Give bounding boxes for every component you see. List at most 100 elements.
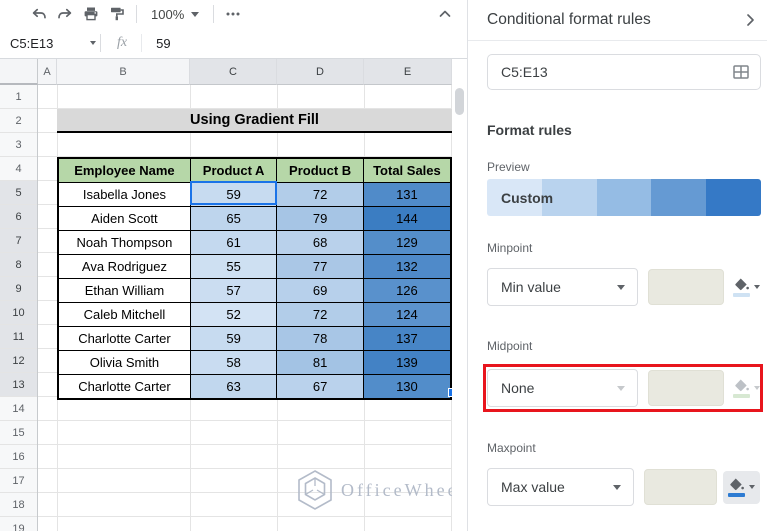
value-cell[interactable]: 65 <box>189 206 278 231</box>
value-cell[interactable]: 144 <box>362 206 452 231</box>
select-range-grid-icon[interactable] <box>732 63 750 81</box>
employee-name-cell[interactable]: Charlotte Carter <box>57 326 191 351</box>
value-cell[interactable]: 77 <box>276 254 364 279</box>
row-header-6[interactable]: 6 <box>0 205 37 229</box>
value-cell[interactable]: 69 <box>276 278 364 303</box>
redo-button[interactable] <box>52 2 78 26</box>
range-value: C5:E13 <box>501 64 548 80</box>
row-header-14[interactable]: 14 <box>0 397 37 421</box>
employee-name-cell[interactable]: Noah Thompson <box>57 230 191 255</box>
value-cell[interactable]: 137 <box>362 326 452 351</box>
value-cell[interactable]: 139 <box>362 350 452 375</box>
apply-to-range-input[interactable]: C5:E13 <box>487 54 761 90</box>
value-cell[interactable]: 79 <box>276 206 364 231</box>
row-header-19[interactable]: 19 <box>0 517 37 531</box>
name-box-value: C5:E13 <box>10 35 54 51</box>
value-cell[interactable]: 78 <box>276 326 364 351</box>
row-header-1[interactable]: 1 <box>0 85 37 109</box>
zoom-dropdown[interactable]: 100% <box>143 7 207 22</box>
column-header-C[interactable]: C <box>190 59 277 85</box>
paint-format-button[interactable] <box>104 2 130 26</box>
value-cell[interactable]: 68 <box>276 230 364 255</box>
column-header-B[interactable]: B <box>57 59 190 85</box>
google-sheets-window: 100% C5:E13 fx 59 ABCDE 123456789 10 11 … <box>0 0 767 531</box>
table-header-cell[interactable]: Product B <box>276 157 364 183</box>
row-header-15[interactable]: 15 <box>0 421 37 445</box>
employee-name-cell[interactable]: Caleb Mitchell <box>57 302 191 327</box>
chevron-down-icon <box>749 485 755 489</box>
row-header-2[interactable]: 2 <box>0 109 37 133</box>
employee-name-cell[interactable]: Ethan William <box>57 278 191 303</box>
midpoint-type-dropdown[interactable]: None <box>487 369 639 407</box>
formula-input[interactable]: 59 <box>156 36 170 51</box>
table-row: Ethan William 57 69 126 <box>57 278 452 303</box>
value-cell[interactable]: 59 <box>189 326 278 351</box>
employee-name-cell[interactable]: Charlotte Carter <box>57 374 191 400</box>
more-options-button[interactable] <box>220 2 246 26</box>
row-header-7[interactable]: 7 <box>0 229 37 253</box>
midpoint-color-picker[interactable] <box>733 379 760 398</box>
row-header-3[interactable]: 3 <box>0 133 37 157</box>
row-header-4[interactable]: 4 <box>0 157 37 181</box>
value-cell[interactable]: 126 <box>362 278 452 303</box>
row-header-13[interactable]: 13 <box>0 373 37 397</box>
midpoint-value-input <box>648 370 724 406</box>
close-panel-icon[interactable] <box>746 13 755 27</box>
employee-name-cell[interactable]: Olivia Smith <box>57 350 191 375</box>
value-cell[interactable]: 67 <box>276 374 364 400</box>
undo-button[interactable] <box>26 2 52 26</box>
collapse-toolbar-button[interactable] <box>437 6 453 22</box>
value-cell[interactable]: 72 <box>276 182 364 207</box>
vertical-scrollbar[interactable] <box>452 85 467 531</box>
column-header-E[interactable]: E <box>364 59 452 85</box>
value-cell[interactable]: 58 <box>189 350 278 375</box>
row-header-9[interactable]: 9 <box>0 277 37 301</box>
chevron-down-icon <box>617 284 626 290</box>
print-button[interactable] <box>78 2 104 26</box>
value-cell[interactable]: 131 <box>362 182 452 207</box>
row-header-17[interactable]: 17 <box>0 469 37 493</box>
preview-label: Preview <box>487 160 530 174</box>
chevron-down-icon <box>754 386 760 390</box>
row-header-8[interactable]: 8 <box>0 253 37 277</box>
value-cell[interactable]: 132 <box>362 254 452 279</box>
row-header-10[interactable]: 10 <box>0 301 37 325</box>
row-header-16[interactable]: 16 <box>0 445 37 469</box>
midpoint-selected-value: None <box>501 380 535 396</box>
value-cell[interactable]: 129 <box>362 230 452 255</box>
fill-color-icon <box>733 379 750 398</box>
row-header-12[interactable]: 12 <box>0 349 37 373</box>
value-cell[interactable]: 57 <box>189 278 278 303</box>
minpoint-color-picker[interactable] <box>733 278 760 297</box>
table-header-cell[interactable]: Employee Name <box>57 157 191 183</box>
value-cell[interactable]: 72 <box>276 302 364 327</box>
value-cell[interactable]: 55 <box>189 254 278 279</box>
employee-name-cell[interactable]: Aiden Scott <box>57 206 191 231</box>
value-cell[interactable]: 61 <box>189 230 278 255</box>
row-header-18[interactable]: 18 <box>0 493 37 517</box>
name-box[interactable]: C5:E13 <box>10 36 96 51</box>
gradient-preview-bar[interactable]: Custom <box>487 179 761 216</box>
maxpoint-color-picker[interactable] <box>723 470 760 504</box>
value-cell[interactable]: 63 <box>189 374 278 400</box>
cells-canvas[interactable]: Using Gradient Fill Employee Name Product… <box>38 85 464 531</box>
value-cell[interactable]: 130 <box>362 374 452 400</box>
title-banner-cell[interactable]: Using Gradient Fill <box>57 109 452 133</box>
row-header-5[interactable]: 5 <box>0 181 37 205</box>
scrollbar-thumb[interactable] <box>455 88 464 115</box>
maxpoint-type-dropdown[interactable]: Max value <box>487 468 634 506</box>
table-header-cell[interactable]: Product A <box>189 157 278 183</box>
employee-name-cell[interactable]: Isabella Jones <box>57 182 191 207</box>
column-header-A[interactable]: A <box>38 59 57 85</box>
value-cell[interactable]: 124 <box>362 302 452 327</box>
row-header-11[interactable]: 11 <box>0 325 37 349</box>
table-header-cell[interactable]: Total Sales <box>362 157 452 183</box>
minpoint-type-dropdown[interactable]: Min value <box>487 268 639 306</box>
employee-name-cell[interactable]: Ava Rodriguez <box>57 254 191 279</box>
table-row: Aiden Scott 65 79 144 <box>57 206 452 231</box>
value-cell[interactable]: 52 <box>189 302 278 327</box>
column-header-D[interactable]: D <box>277 59 364 85</box>
value-cell[interactable]: 81 <box>276 350 364 375</box>
select-all-corner[interactable] <box>0 59 38 85</box>
value-cell[interactable]: 59 <box>189 182 278 207</box>
